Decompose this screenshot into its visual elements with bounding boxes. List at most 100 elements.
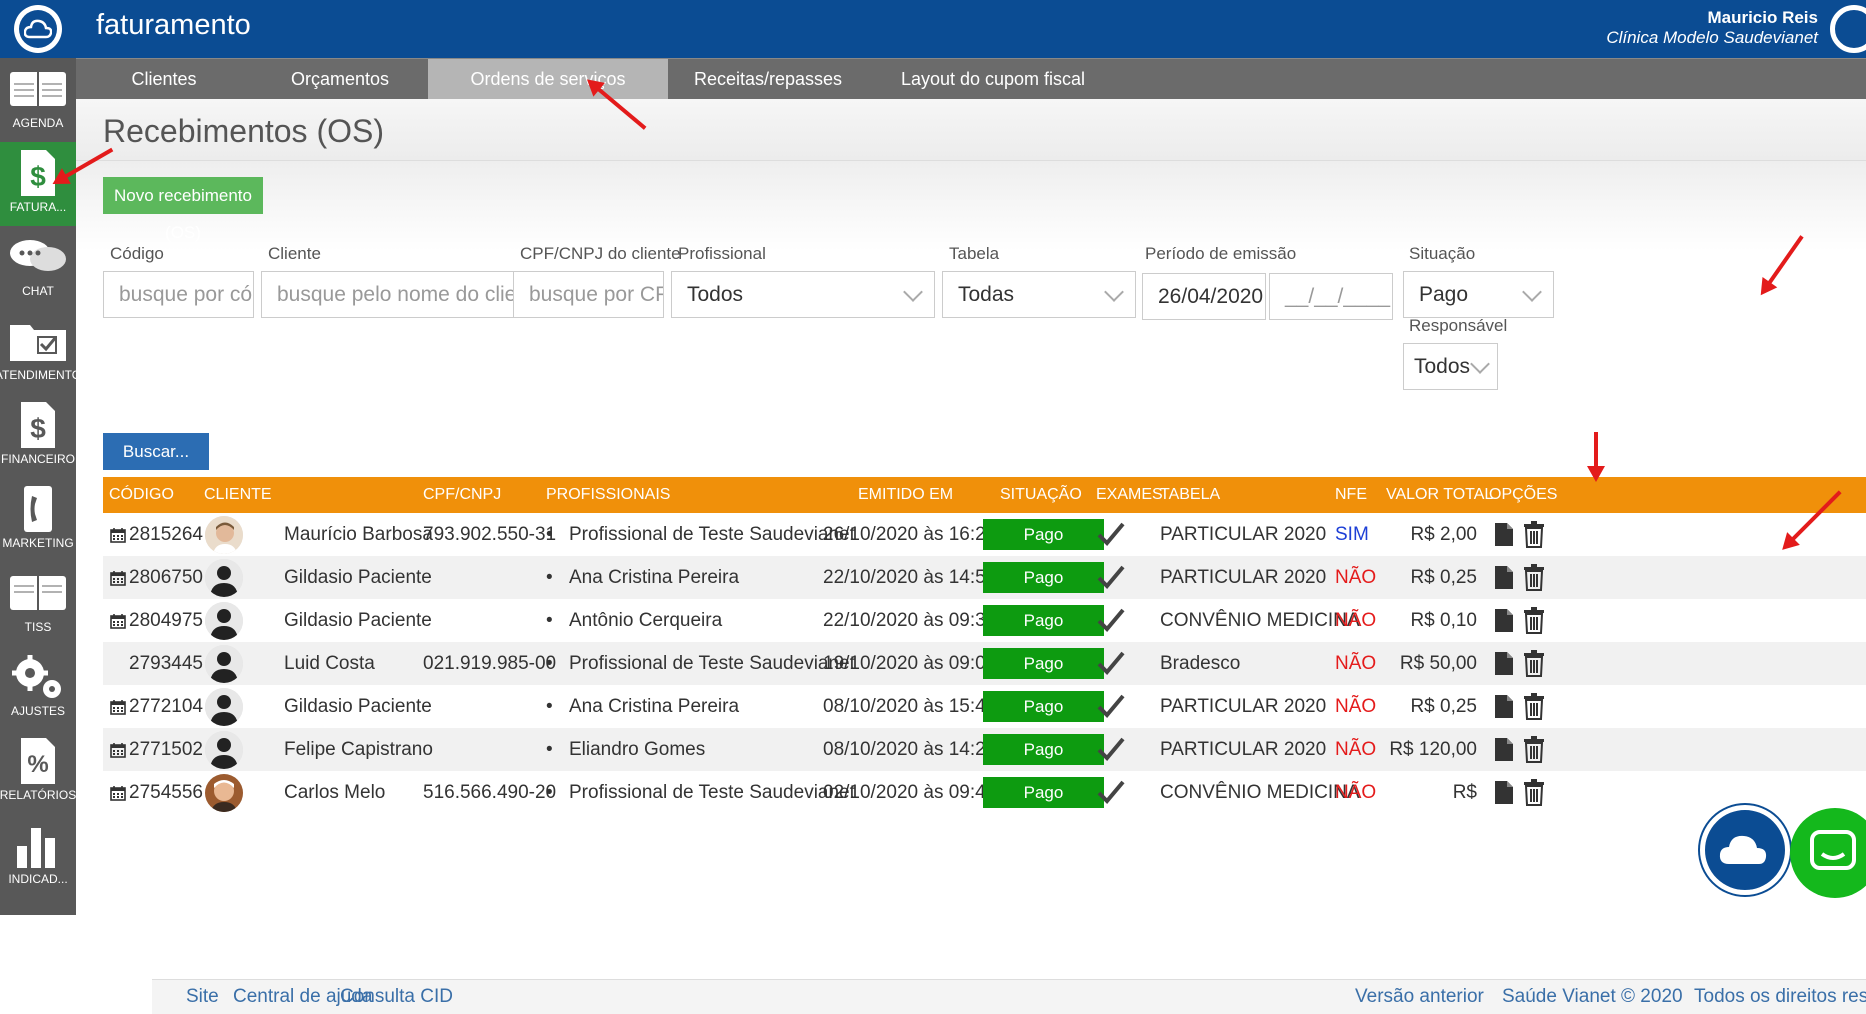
sidebar-item-tiss[interactable]: TISS [0, 562, 76, 646]
folder-check-icon [0, 316, 76, 366]
trash-icon[interactable] [1523, 693, 1545, 725]
footer-link-cid[interactable]: Consulta CID [340, 986, 453, 1008]
col-cliente[interactable]: CLIENTE [204, 477, 272, 513]
periodo-end-input[interactable]: __/__/____ [1269, 273, 1393, 320]
col-emitido[interactable]: EMITIDO EM [858, 477, 953, 513]
trash-icon[interactable] [1523, 779, 1545, 811]
row-professional: Profissional de Teste Saudevianet [569, 524, 855, 545]
col-valor-total[interactable]: VALOR TOTAL [1386, 477, 1493, 513]
codigo-input[interactable]: busque por có [103, 271, 254, 318]
cpf-input[interactable]: busque por CP [513, 271, 664, 318]
trash-icon[interactable] [1523, 650, 1545, 682]
profissional-label: Profissional [678, 244, 766, 263]
sidebar-label: INDICAD... [8, 872, 68, 886]
sidebar-item-atendimento[interactable]: ATENDIMENTO [0, 310, 81, 394]
new-receipt-button[interactable]: Novo recebimento (OS) [103, 177, 263, 242]
app-logo[interactable] [0, 0, 76, 58]
codigo-label: Código [110, 244, 164, 263]
row-client: Carlos Melo [284, 782, 386, 803]
row-table: CONVÊNIO MEDICINA [1160, 782, 1360, 803]
table-row[interactable]: 2804975 Gildasio Paciente • Antônio Cerquei… [103, 599, 1866, 642]
row-table: PARTICULAR 2020 [1160, 567, 1327, 588]
user-menu[interactable]: Mauricio Reis Clínica Modelo Saudevianet [1606, 8, 1818, 48]
situacao-select[interactable]: Pago [1403, 271, 1554, 318]
table-header: CÓDIGO CLIENTE CPF/CNPJ PROFISSIONAIS EM… [103, 477, 1866, 513]
messenger-button[interactable] [1790, 808, 1866, 898]
svg-text:%: % [27, 751, 48, 778]
document-icon[interactable] [1494, 737, 1514, 767]
document-icon[interactable] [1494, 608, 1514, 638]
row-code[interactable]: 2793445 [129, 642, 203, 685]
sidebar-item-indicadores[interactable]: INDICAD... [0, 814, 76, 898]
table-row[interactable]: 2771502 Felipe Capistrano • Eliandro Gomes 0… [103, 728, 1866, 771]
responsavel-select[interactable]: Todos [1403, 343, 1498, 390]
row-code[interactable]: 2772104 [129, 685, 203, 728]
tab-clientes[interactable]: Clientes [76, 59, 252, 99]
col-codigo[interactable]: CÓDIGO [109, 477, 174, 513]
col-situacao[interactable]: SITUAÇÃO [1000, 477, 1082, 513]
trash-icon[interactable] [1523, 607, 1545, 639]
footer-link-previous-version[interactable]: Versão anterior [1355, 986, 1484, 1008]
table-row[interactable]: 2754556 Carlos Melo 516.566.490-20 • Profiss… [103, 771, 1866, 814]
tab-orcamentos[interactable]: Orçamentos [252, 59, 428, 99]
table-row[interactable]: 2815264 Maurício Barbosa 793.902.550-31 • Pr… [103, 513, 1866, 556]
row-professional: Profissional de Teste Saudevianet [569, 782, 855, 803]
sidebar-label: RELATÓRIOS [0, 788, 77, 802]
document-icon[interactable] [1494, 565, 1514, 595]
check-icon [1096, 736, 1126, 767]
row-code[interactable]: 2804975 [129, 599, 203, 642]
cliente-input[interactable]: busque pelo nome do cliente [261, 271, 526, 318]
tabela-select[interactable]: Todas [942, 271, 1136, 318]
row-bullet: • [546, 653, 553, 674]
chevron-down-icon [1470, 354, 1490, 374]
profissional-select[interactable]: Todos [671, 271, 935, 318]
trash-icon[interactable] [1523, 521, 1545, 553]
table-row[interactable]: 2772104 Gildasio Paciente • Ana Cristina Pe… [103, 685, 1866, 728]
sidebar-item-financeiro[interactable]: $ FINANCEIRO [0, 394, 76, 478]
table-row[interactable]: 2793445 Luid Costa 021.919.985-00 • Profissi… [103, 642, 1866, 685]
gears-icon [0, 652, 76, 702]
row-client: Gildasio Paciente [284, 567, 432, 588]
document-icon[interactable] [1494, 522, 1514, 552]
tab-receitas-repasses[interactable]: Receitas/repasses [668, 59, 868, 99]
search-button[interactable]: Buscar... [103, 433, 209, 470]
document-icon[interactable] [1494, 780, 1514, 810]
row-issued-at: 02/10/2020 às 09:46 [823, 782, 997, 803]
footer-link-site[interactable]: Site [186, 986, 219, 1008]
chat-icon [0, 232, 76, 282]
row-code[interactable]: 2806750 [129, 556, 203, 599]
tab-layout-cupom-fiscal[interactable]: Layout do cupom fiscal [868, 59, 1118, 99]
status-badge: Pago [983, 691, 1104, 722]
status-badge: Pago [983, 777, 1104, 808]
sidebar-item-chat[interactable]: CHAT [0, 226, 76, 310]
chat-widget-button[interactable] [1700, 805, 1790, 895]
trash-icon[interactable] [1523, 736, 1545, 768]
chevron-down-icon [1104, 282, 1124, 302]
check-icon [1096, 607, 1126, 638]
check-icon [1096, 521, 1126, 552]
tab-ordens-de-servicos[interactable]: Ordens de serviços [428, 59, 668, 99]
status-badge: Pago [983, 519, 1104, 550]
col-tabela[interactable]: TABELA [1160, 477, 1220, 513]
col-cpf[interactable]: CPF/CNPJ [423, 477, 501, 513]
trash-icon[interactable] [1523, 564, 1545, 596]
status-badge: Pago [983, 648, 1104, 679]
col-profissionais[interactable]: PROFISSIONAIS [546, 477, 670, 513]
tabela-label: Tabela [949, 244, 1000, 263]
periodo-label: Período de emissão [1145, 244, 1297, 263]
sidebar-item-marketing[interactable]: MARKETING [0, 478, 76, 562]
sidebar-label: TISS [24, 620, 52, 634]
table-row[interactable]: 2806750 Gildasio Paciente • Ana Cristina Pe… [103, 556, 1866, 599]
row-code[interactable]: 2815264 [129, 513, 203, 556]
document-icon[interactable] [1494, 694, 1514, 724]
col-exames[interactable]: EXAMES [1096, 477, 1163, 513]
row-code[interactable]: 2771502 [129, 728, 203, 771]
sidebar-item-agenda[interactable]: AGENDA [0, 58, 76, 142]
row-code[interactable]: 2754556 [129, 771, 203, 814]
row-issued-at: 22/10/2020 às 14:58 [823, 567, 997, 588]
periodo-start-input[interactable]: 26/04/2020 [1142, 273, 1266, 320]
document-icon[interactable] [1494, 651, 1514, 681]
sidebar-item-ajustes[interactable]: AJUSTES [0, 646, 76, 730]
sidebar-item-relatorios[interactable]: % RELATÓRIOS [0, 730, 76, 814]
col-nfe[interactable]: NFE [1335, 477, 1367, 513]
